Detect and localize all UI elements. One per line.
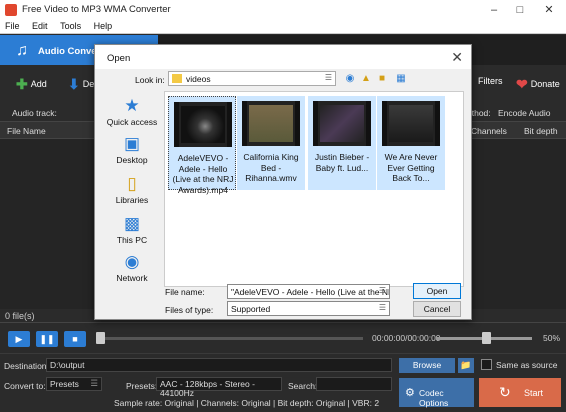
time-readout: 00:00:00/00:00:00: [372, 333, 441, 343]
dropdown-icon: ☰: [90, 378, 98, 388]
computer-icon: ▩: [123, 214, 141, 233]
delete-button[interactable]: ⬇ De: [68, 76, 94, 93]
presets-label: Presets:: [126, 381, 158, 391]
back-icon[interactable]: ◉: [344, 73, 356, 85]
app-icon: [5, 4, 17, 16]
presets-select[interactable]: AAC - 128kbps - Stereo - 44100Hz: [156, 377, 282, 398]
video-thumbnail: [382, 101, 440, 146]
open-folder-button[interactable]: 📁: [458, 358, 474, 373]
look-in-label: Look in:: [135, 75, 165, 85]
method-value[interactable]: Encode Audio: [498, 108, 550, 118]
dropdown-icon: ☰: [378, 303, 386, 312]
open-dialog: Open ✕ Look in: videos ☰ ◉ ▲ ■ ▦ ★ Quick…: [94, 44, 472, 320]
place-this-pc[interactable]: ▩ This PC: [101, 214, 163, 246]
maximize-icon[interactable]: □: [509, 2, 531, 18]
desktop-icon: ▣: [123, 134, 141, 153]
convert-icon: ↻: [499, 384, 511, 400]
stop-icon: ■: [72, 334, 78, 344]
file-name-label: File name:: [165, 287, 205, 297]
same-as-source-checkbox[interactable]: [481, 359, 492, 370]
play-icon: ▶: [15, 334, 23, 344]
volume-handle[interactable]: [482, 332, 491, 344]
file-view[interactable]: AdeleVEVO - Adele - Hello (Live at the N…: [164, 91, 464, 287]
pause-button[interactable]: ❚❚: [36, 331, 58, 347]
menu-bar: File Edit Tools Help: [0, 20, 566, 34]
start-button[interactable]: ↻ Start: [479, 378, 561, 407]
title-bar: Free Video to MP3 WMA Converter – □ ✕: [0, 0, 566, 20]
divider: [0, 322, 566, 323]
folder-icon: [172, 74, 182, 83]
place-desktop[interactable]: ▣ Desktop: [101, 134, 163, 166]
file-item[interactable]: California King Bed - Rihanna.wmv: [237, 96, 305, 190]
network-icon: ◉: [124, 252, 140, 271]
volume-percent: 50%: [543, 333, 561, 343]
menu-file[interactable]: File: [0, 20, 25, 31]
video-thumbnail: [242, 101, 300, 146]
open-button[interactable]: Open: [413, 283, 461, 299]
stop-button[interactable]: ■: [64, 331, 86, 347]
libraries-icon: ▯: [127, 174, 137, 193]
places-bar: ★ Quick access ▣ Desktop ▯ Libraries ▩ T…: [101, 91, 163, 291]
destination-input[interactable]: D:\output: [46, 358, 392, 372]
star-icon: ★: [124, 96, 140, 115]
dialog-title: Open: [107, 53, 131, 64]
pause-icon: ❚❚: [39, 334, 55, 344]
look-in-select[interactable]: videos ☰: [168, 71, 336, 86]
music-note-icon: ♫: [16, 42, 28, 59]
files-of-type-select[interactable]: Supported ☰: [227, 301, 390, 316]
heart-icon: ❤: [516, 76, 528, 92]
file-item[interactable]: We Are Never Ever Getting Back To...: [377, 96, 445, 190]
play-button[interactable]: ▶: [8, 331, 30, 347]
search-input[interactable]: [316, 377, 392, 391]
menu-tools[interactable]: Tools: [55, 20, 86, 31]
donate-button[interactable]: ❤ Donate: [516, 76, 560, 93]
file-item[interactable]: AdeleVEVO - Adele - Hello (Live at the N…: [168, 96, 236, 195]
place-network[interactable]: ◉ Network: [101, 252, 163, 284]
place-quick-access[interactable]: ★ Quick access: [101, 96, 163, 128]
minimize-icon[interactable]: –: [483, 2, 505, 18]
cancel-button[interactable]: Cancel: [413, 301, 461, 317]
search-label: Search:: [288, 381, 318, 391]
column-channels[interactable]: Channels: [471, 126, 507, 136]
convert-to-label: Convert to:: [4, 381, 46, 391]
menu-edit[interactable]: Edit: [27, 20, 53, 31]
seek-slider[interactable]: [100, 337, 363, 340]
view-menu-icon[interactable]: ▦: [395, 73, 407, 85]
dialog-title-bar: Open ✕: [95, 45, 471, 69]
up-folder-icon[interactable]: ▲: [360, 73, 372, 85]
audio-track-label: Audio track:: [12, 108, 57, 118]
video-thumbnail: [174, 102, 232, 147]
place-libraries[interactable]: ▯ Libraries: [101, 174, 163, 206]
seek-handle[interactable]: [96, 332, 105, 344]
files-of-type-label: Files of type:: [165, 305, 214, 315]
menu-help[interactable]: Help: [89, 20, 118, 31]
destination-label: Destination:: [4, 361, 49, 371]
dropdown-icon: ☰: [378, 286, 386, 295]
codec-options-button[interactable]: ⚙ Codec Options: [399, 378, 474, 408]
audio-info-line: Sample rate: Original | Channels: Origin…: [114, 398, 380, 408]
video-thumbnail: [313, 101, 371, 146]
convert-to-select[interactable]: Presets ☰: [46, 377, 102, 391]
file-name-input[interactable]: "AdeleVEVO - Adele - Hello (Live at the …: [227, 284, 390, 299]
same-as-source-label: Same as source: [496, 360, 558, 370]
arrow-down-icon: ⬇: [68, 76, 80, 92]
close-icon[interactable]: ✕: [451, 49, 463, 66]
settings-icon: ⚙: [405, 387, 415, 399]
column-bit-depth[interactable]: Bit depth: [524, 126, 558, 136]
folder-icon: 📁: [460, 360, 472, 370]
column-file-name[interactable]: File Name: [7, 126, 46, 136]
plus-icon: ✚: [16, 76, 28, 92]
close-window-icon[interactable]: ✕: [538, 2, 560, 18]
file-item[interactable]: Justin Bieber - Baby ft. Lud...: [308, 96, 376, 190]
filters-button[interactable]: Filters: [478, 76, 503, 86]
new-folder-icon[interactable]: ■: [376, 73, 388, 85]
dropdown-icon: ☰: [324, 73, 332, 82]
browse-button[interactable]: Browse: [399, 358, 455, 373]
add-button[interactable]: ✚ Add: [16, 76, 47, 93]
window-title: Free Video to MP3 WMA Converter: [22, 4, 171, 15]
file-count: 0 file(s): [5, 311, 35, 321]
